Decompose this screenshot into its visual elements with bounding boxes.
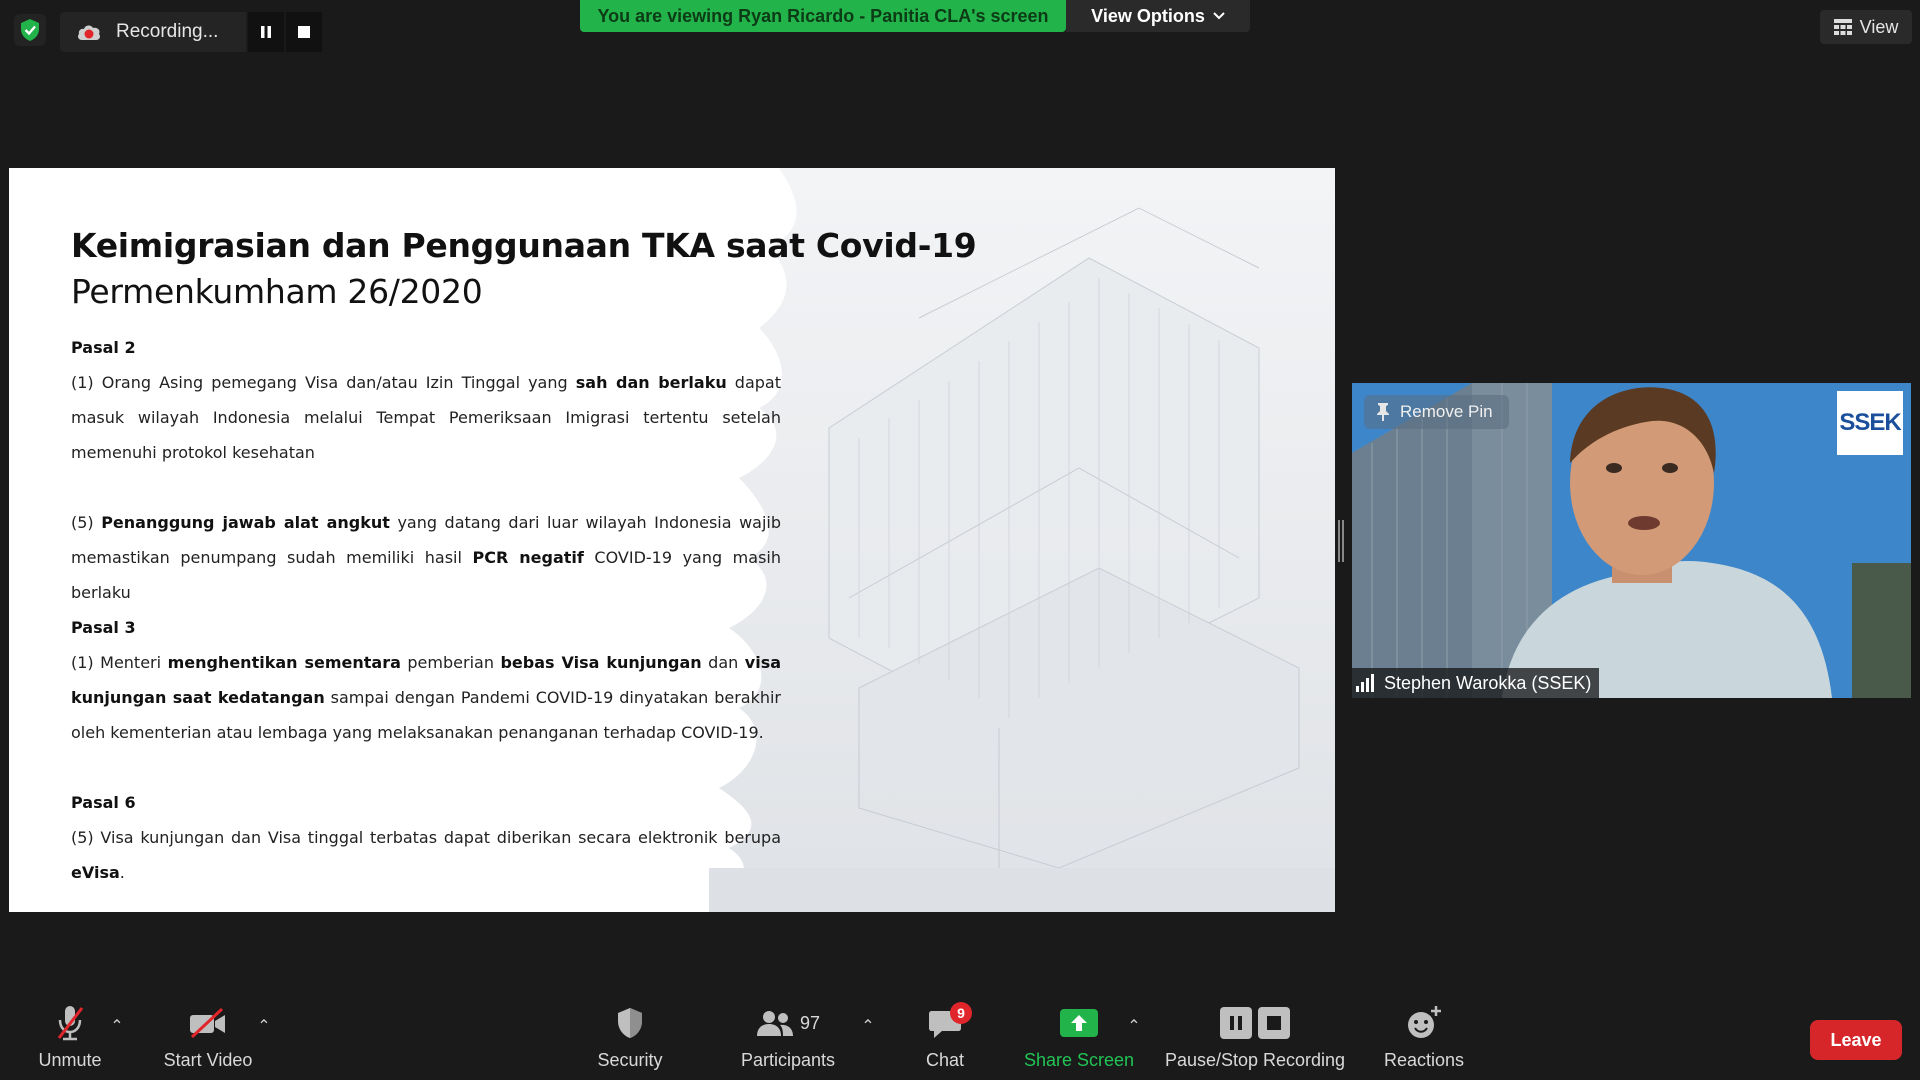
pause-stop-recording-icon <box>1220 1007 1290 1039</box>
pause-recording-button[interactable] <box>246 12 284 52</box>
slide-subtitle: Permenkumham 26/2020 <box>71 272 483 311</box>
reactions-label: Reactions <box>1383 1050 1465 1070</box>
share-screen-icon <box>1060 1009 1098 1037</box>
leave-button[interactable]: Leave <box>1810 1020 1902 1060</box>
participant-video-image <box>1352 383 1911 698</box>
participants-count: 97 <box>799 1012 821 1033</box>
recording-indicator: Recording... <box>60 12 322 52</box>
signal-bars-icon <box>1356 674 1374 692</box>
pause-stop-recording-button[interactable]: Pause/Stop Recording <box>1160 1000 1350 1080</box>
pasal-2-paragraph-5: (5) Penanggung jawab alat angkut yang da… <box>71 513 782 602</box>
reactions-button[interactable]: Reactions <box>1374 1000 1474 1080</box>
stop-icon <box>298 26 310 38</box>
chat-button[interactable]: 9 Chat <box>905 1000 985 1080</box>
security-label: Security <box>597 1050 663 1070</box>
participants-button[interactable]: 97 Participants <box>725 1000 851 1080</box>
remove-pin-button[interactable]: Remove Pin <box>1364 395 1509 429</box>
viewing-banner: You are viewing Ryan Ricardo - Panitia C… <box>580 0 1066 32</box>
pasal-3-heading: Pasal 3 <box>71 618 136 637</box>
participants-options-caret[interactable]: ⌃ <box>858 1016 878 1036</box>
pin-icon <box>1377 403 1389 421</box>
pasal-3-section: Pasal 3 (1) Menteri menghentikan sementa… <box>71 610 781 750</box>
chat-label: Chat <box>925 1050 965 1070</box>
pasal-2-heading: Pasal 2 <box>71 338 136 357</box>
view-label: View <box>1859 16 1899 37</box>
ssek-logo: SSEK <box>1837 391 1903 455</box>
building-background-image <box>709 168 1335 912</box>
pause-stop-recording-label: Pause/Stop Recording <box>1164 1050 1346 1070</box>
pasal-6-paragraph-5: (5) Visa kunjungan dan Visa tinggal terb… <box>71 828 781 882</box>
recording-label: Recording... <box>116 21 219 42</box>
participant-name: Stephen Warokka (SSEK) <box>1384 672 1592 693</box>
encryption-shield-icon[interactable] <box>14 14 46 46</box>
share-screen-label: Share Screen <box>1023 1050 1135 1070</box>
participant-name-bar: Stephen Warokka (SSEK) <box>1352 668 1600 698</box>
video-off-icon <box>190 1007 225 1039</box>
pasal-3-paragraph-1: (1) Menteri menghentikan sementara pembe… <box>71 653 782 742</box>
share-options-caret[interactable]: ⌃ <box>1124 1016 1144 1036</box>
recording-cloud-icon <box>78 25 100 40</box>
reactions-icon <box>1408 1006 1441 1038</box>
pause-icon <box>261 26 271 38</box>
share-screen-button[interactable]: Share Screen <box>1020 1000 1138 1080</box>
chat-unread-badge: 9 <box>950 1002 972 1024</box>
participants-label: Participants <box>740 1050 836 1070</box>
view-options-button[interactable]: View Options <box>1066 0 1250 32</box>
view-options-label: View Options <box>1091 5 1205 26</box>
slide-title: Keimigrasian dan Penggunaan TKA saat Cov… <box>71 226 977 265</box>
participant-video-tile[interactable]: SSEK Remove Pin Stephen Warokka (SSEK) <box>1352 383 1911 698</box>
view-button[interactable]: View <box>1820 10 1912 44</box>
grid-view-icon <box>1833 19 1852 35</box>
start-video-label: Start Video <box>163 1050 253 1070</box>
pasal-6-section: Pasal 6 (5) Visa kunjungan dan Visa ting… <box>71 785 781 890</box>
mic-muted-icon <box>57 1006 84 1041</box>
remove-pin-label: Remove Pin <box>1400 402 1493 421</box>
pasal-2-paragraph-1: (1) Orang Asing pemegang Visa dan/atau I… <box>71 373 782 462</box>
video-options-caret[interactable]: ⌃ <box>254 1016 274 1036</box>
pasal-2-section: Pasal 2 (1) Orang Asing pemegang Visa da… <box>71 330 781 610</box>
shared-screen-slide: Keimigrasian dan Penggunaan TKA saat Cov… <box>9 168 1335 912</box>
stop-recording-button[interactable] <box>284 12 322 52</box>
unmute-button[interactable]: Unmute <box>22 1000 118 1080</box>
shield-icon <box>618 1008 642 1038</box>
panel-resize-handle[interactable] <box>1338 520 1344 562</box>
start-video-button[interactable]: Start Video <box>150 1000 266 1080</box>
participants-icon <box>756 1011 793 1036</box>
unmute-label: Unmute <box>38 1050 102 1070</box>
security-button[interactable]: Security <box>580 1000 680 1080</box>
pasal-6-heading: Pasal 6 <box>71 793 136 812</box>
audio-options-caret[interactable]: ⌃ <box>107 1016 127 1036</box>
chevron-down-icon <box>1213 12 1225 20</box>
